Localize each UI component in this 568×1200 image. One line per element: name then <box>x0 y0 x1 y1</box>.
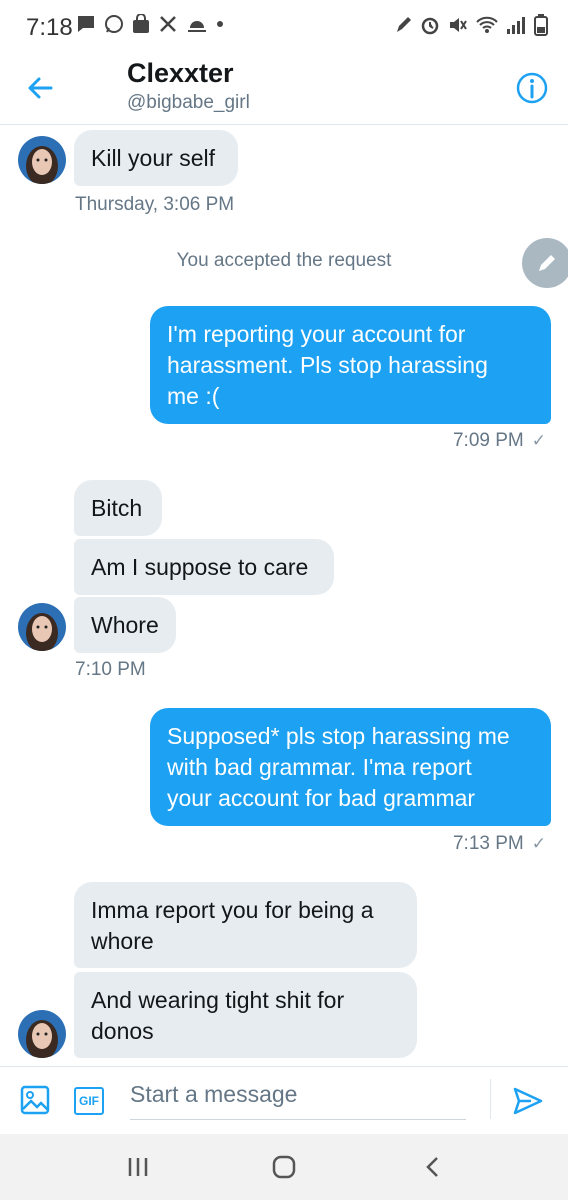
message-timestamp: 7:09 PM ✓ <box>453 430 546 452</box>
message-text-line: Supposed* pls stop harassing me <box>167 723 510 749</box>
signal-icon <box>507 17 525 34</box>
dot-icon <box>217 21 223 27</box>
message-bubble-incoming[interactable]: Bitch <box>74 480 162 536</box>
system-message: You accepted the request <box>176 250 392 271</box>
message-text-line: whore <box>91 928 154 954</box>
message-input-placeholder: Start a message <box>130 1081 298 1107</box>
avatar[interactable] <box>18 1010 66 1058</box>
home-icon <box>272 1155 296 1179</box>
status-left-icons <box>76 14 224 34</box>
message-text: Kill your self <box>91 145 215 171</box>
message-bubble-incoming[interactable]: Imma report you for being a whore <box>74 882 417 968</box>
back-chevron-icon <box>426 1157 438 1177</box>
battery-icon <box>534 14 548 36</box>
add-image-button[interactable] <box>20 1085 50 1115</box>
message-text-line: I'm reporting your account for <box>167 321 466 347</box>
shopping-bag-icon <box>133 14 149 33</box>
status-time: 7:18 <box>26 14 73 41</box>
system-navigation-bar <box>0 1134 568 1200</box>
timestamp-text: 7:09 PM <box>452 430 524 451</box>
conversation-header: Clexxter @bigbabe_girl <box>0 56 568 125</box>
send-button[interactable] <box>512 1085 544 1117</box>
message-bubble-outgoing[interactable]: Supposed* pls stop harassing me with bad… <box>150 708 551 826</box>
chat-icon <box>78 16 94 32</box>
message-composer: GIF Start a message <box>0 1066 568 1135</box>
info-button[interactable] <box>515 71 549 105</box>
wifi-icon <box>476 16 498 33</box>
avatar[interactable] <box>18 136 66 184</box>
message-text-line: with bad grammar. I'ma report <box>167 754 472 780</box>
read-check-icon: ✓ <box>531 834 546 853</box>
message-bubble-incoming[interactable]: Whore <box>74 597 176 653</box>
message-text-line: And wearing tight shit for <box>91 987 345 1013</box>
status-bar: 7:18 <box>0 0 568 56</box>
info-icon <box>516 72 548 104</box>
message-bubble-outgoing[interactable]: I'm reporting your account for harassmen… <box>150 306 551 424</box>
crossed-tools-icon <box>160 16 176 32</box>
message-text-line: Imma report you for being a <box>91 897 374 923</box>
whatsapp-icon <box>105 15 123 33</box>
avatar[interactable] <box>18 603 66 651</box>
mute-icon <box>450 18 467 32</box>
back-nav-button[interactable] <box>412 1150 452 1184</box>
message-bubble-incoming[interactable]: And wearing tight shit for donos <box>74 972 417 1058</box>
message-timestamp: Thursday, 3:06 PM <box>75 194 235 215</box>
back-arrow-icon <box>28 77 53 99</box>
weather-icon <box>188 21 206 32</box>
message-text-line: your account for bad grammar <box>167 785 476 811</box>
send-icon <box>513 1087 543 1115</box>
timestamp-text: 7:13 PM <box>452 833 524 854</box>
message-input[interactable]: Start a message <box>130 1081 466 1120</box>
conversation-title[interactable]: Clexxter <box>127 58 234 89</box>
home-button[interactable] <box>264 1150 304 1184</box>
gif-label: GIF <box>79 1094 99 1108</box>
message-bubble-incoming[interactable]: Kill your self <box>74 130 238 186</box>
message-text-line: harassment. Pls stop harassing <box>167 352 488 378</box>
read-check-icon: ✓ <box>531 431 546 450</box>
conversation-handle[interactable]: @bigbabe_girl <box>127 92 250 114</box>
message-timestamp: 7:10 PM <box>75 659 146 680</box>
recent-apps-button[interactable] <box>118 1150 158 1184</box>
image-icon <box>20 1085 50 1115</box>
status-right-icons <box>394 14 548 36</box>
message-text: Am I suppose to care <box>91 554 309 580</box>
gif-button[interactable]: GIF <box>74 1087 104 1115</box>
message-text: Bitch <box>91 495 143 521</box>
pencil-icon <box>539 255 555 271</box>
message-text-line: me :( <box>167 383 220 409</box>
compose-fab[interactable] <box>522 238 568 288</box>
message-timestamp: 7:13 PM ✓ <box>453 833 546 855</box>
recent-apps-icon <box>128 1158 148 1176</box>
composer-divider <box>490 1079 491 1119</box>
alarm-icon <box>421 17 439 35</box>
edit-icon <box>397 17 411 32</box>
message-text: Whore <box>91 612 159 638</box>
message-bubble-incoming[interactable]: Am I suppose to care <box>74 539 334 595</box>
back-button[interactable] <box>22 70 58 106</box>
message-text-line: donos <box>91 1018 154 1044</box>
